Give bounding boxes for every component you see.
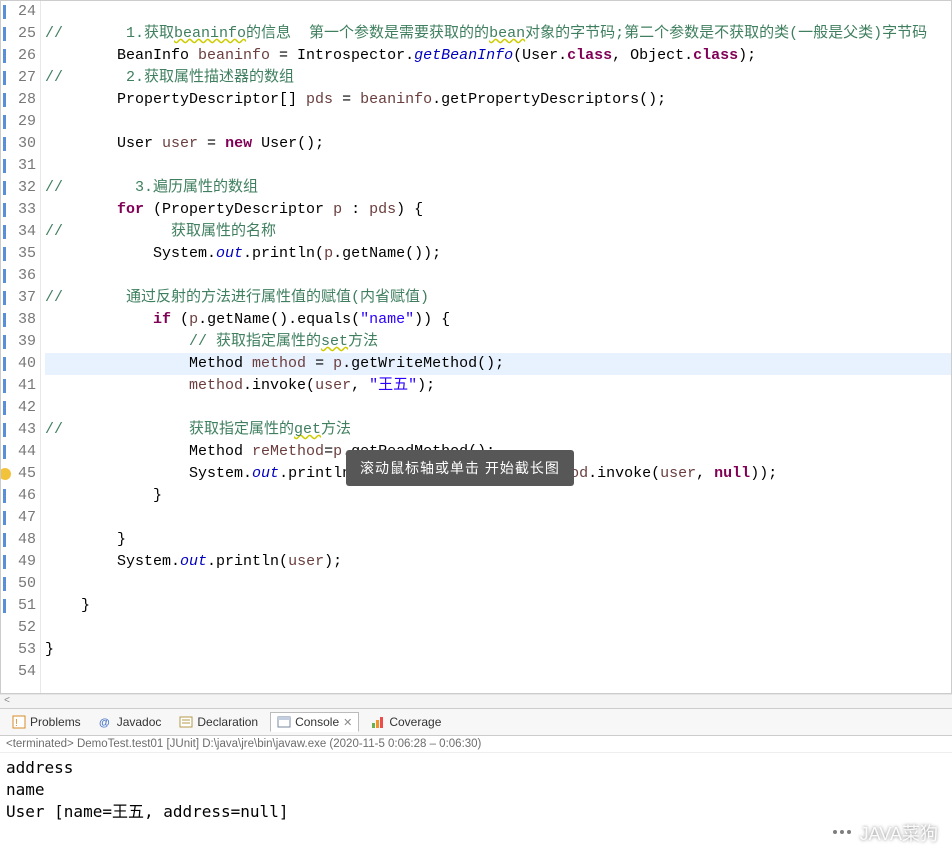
tab-label: Declaration (197, 715, 258, 729)
code-line[interactable]: method.invoke(user, "王五"); (45, 375, 951, 397)
tab-declaration[interactable]: Declaration (173, 713, 264, 731)
line-number-gutter: 2425262728293031323334353637383940414243… (1, 1, 41, 693)
tab-console[interactable]: Console ✕ (270, 712, 359, 732)
code-line[interactable] (45, 573, 951, 595)
declaration-icon (179, 715, 193, 729)
screenshot-tooltip: 滚动鼠标轴或单击 开始截长图 (346, 450, 574, 486)
console-output[interactable]: address name User [name=王五, address=null… (0, 753, 952, 827)
scroll-left-icon[interactable]: < (0, 696, 14, 707)
console-icon (277, 715, 291, 729)
code-line[interactable]: System.out.println(p.getName()); (45, 243, 951, 265)
horizontal-scrollbar[interactable]: < (0, 694, 952, 708)
code-line[interactable]: for (PropertyDescriptor p : pds) { (45, 199, 951, 221)
code-line[interactable] (45, 155, 951, 177)
code-line[interactable]: // 1.获取beaninfo的信息 第一个参数是需要获取的的bean对象的字节… (45, 23, 951, 45)
javadoc-icon: @ (99, 715, 113, 729)
code-line[interactable]: } (45, 485, 951, 507)
svg-text:@: @ (99, 717, 110, 729)
tab-label: Coverage (389, 715, 441, 729)
code-editor[interactable]: 2425262728293031323334353637383940414243… (0, 0, 952, 694)
code-line[interactable]: PropertyDescriptor[] pds = beaninfo.getP… (45, 89, 951, 111)
code-line[interactable]: User user = new User(); (45, 133, 951, 155)
code-line[interactable]: } (45, 639, 951, 661)
bottom-panel-tabs: ! Problems @ Javadoc Declaration Console… (0, 708, 952, 736)
coverage-icon (371, 715, 385, 729)
code-line[interactable]: System.out.println(user); (45, 551, 951, 573)
tab-label: Javadoc (117, 715, 162, 729)
code-body[interactable]: // 1.获取beaninfo的信息 第一个参数是需要获取的的bean对象的字节… (41, 1, 951, 693)
code-line[interactable]: // 通过反射的方法进行属性值的赋值(内省赋值) (45, 287, 951, 309)
code-line[interactable] (45, 265, 951, 287)
code-line[interactable] (45, 111, 951, 133)
tab-problems[interactable]: ! Problems (6, 713, 87, 731)
code-line[interactable]: // 获取属性的名称 (45, 221, 951, 243)
tab-javadoc[interactable]: @ Javadoc (93, 713, 168, 731)
wechat-icon (828, 822, 854, 844)
problems-icon: ! (12, 715, 26, 729)
code-line[interactable]: // 3.遍历属性的数组 (45, 177, 951, 199)
code-line[interactable] (45, 397, 951, 419)
svg-text:!: ! (15, 718, 18, 729)
code-line[interactable]: } (45, 529, 951, 551)
code-line[interactable] (45, 661, 951, 683)
code-line[interactable]: Method method = p.getWriteMethod(); (45, 353, 951, 375)
console-process-info: <terminated> DemoTest.test01 [JUnit] D:\… (0, 736, 952, 753)
code-line[interactable]: // 2.获取属性描述器的数组 (45, 67, 951, 89)
tab-coverage[interactable]: Coverage (365, 713, 447, 731)
code-line[interactable] (45, 617, 951, 639)
code-line[interactable]: // 获取指定属性的set方法 (45, 331, 951, 353)
tab-label: Console (295, 715, 339, 729)
tab-label: Problems (30, 715, 81, 729)
code-line[interactable]: BeanInfo beaninfo = Introspector.getBean… (45, 45, 951, 67)
code-line[interactable]: if (p.getName().equals("name")) { (45, 309, 951, 331)
watermark-text: JAVA菜狗 (860, 820, 938, 846)
code-line[interactable]: // 获取指定属性的get方法 (45, 419, 951, 441)
code-line[interactable] (45, 1, 951, 23)
code-line[interactable] (45, 507, 951, 529)
tab-close-icon[interactable]: ✕ (343, 716, 352, 729)
watermark: JAVA菜狗 (828, 820, 938, 846)
code-line[interactable]: } (45, 595, 951, 617)
